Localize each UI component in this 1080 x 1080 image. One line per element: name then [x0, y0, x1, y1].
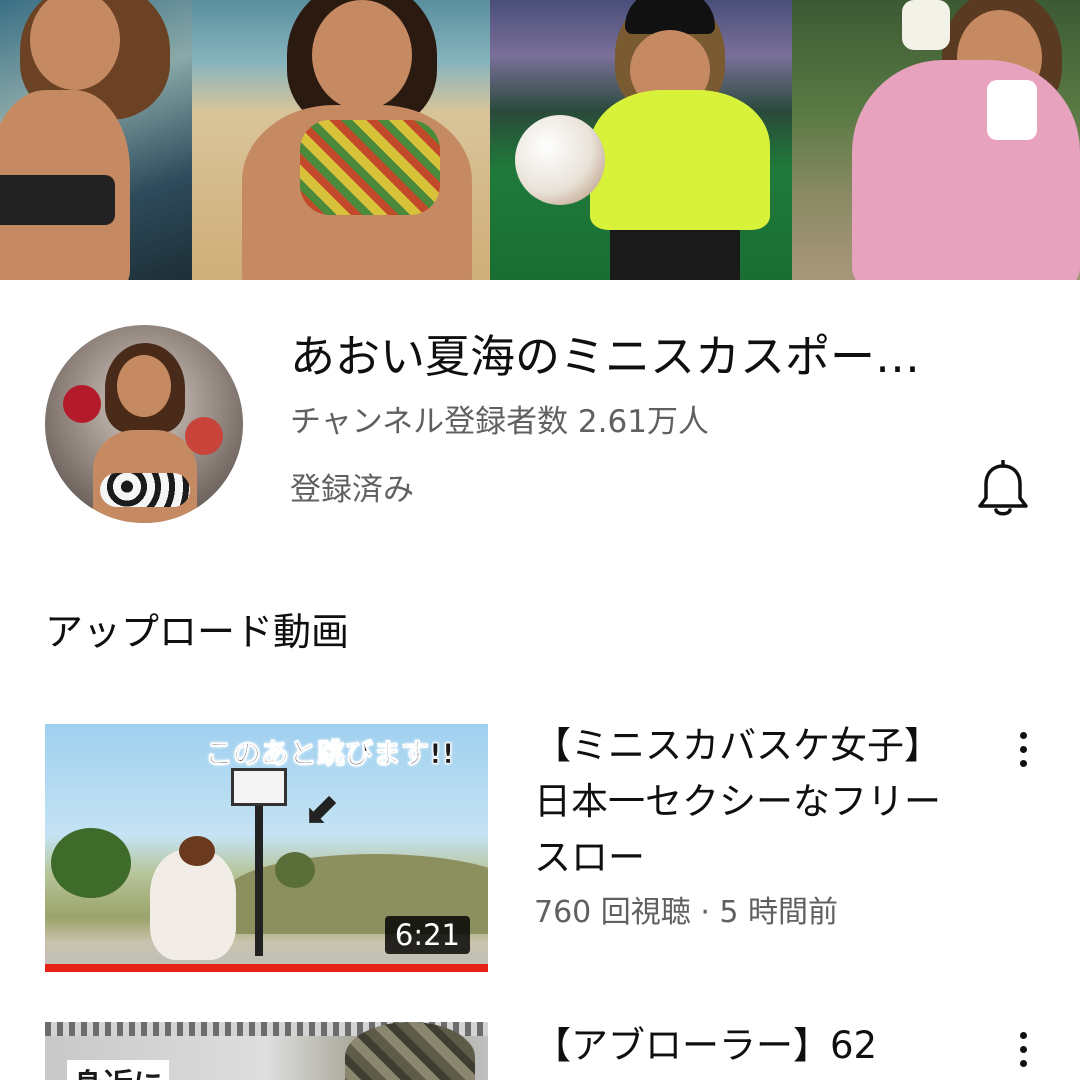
video-thumbnail[interactable]: ⬋ このあと跳びます!! 6:21	[45, 724, 488, 972]
video-thumbnail[interactable]: 身近に	[45, 1022, 488, 1080]
banner-image-beach	[192, 0, 490, 280]
subscriber-count: チャンネル登録者数 2.61万人	[290, 404, 709, 440]
section-title-uploads: アップロード動画	[45, 610, 350, 654]
channel-avatar[interactable]	[45, 325, 243, 523]
banner-image-golf	[792, 0, 1080, 280]
subscribed-button[interactable]: 登録済み	[290, 468, 414, 512]
video-title[interactable]: 【アブローラー】62	[534, 1018, 954, 1074]
more-options-icon[interactable]	[1008, 1028, 1038, 1072]
channel-name: あおい夏海のミニスカスポー…	[290, 330, 921, 383]
banner-image-pool	[0, 0, 192, 280]
arrow-icon: ⬋	[303, 784, 340, 835]
video-title[interactable]: 【ミニスカバスケ女子】日本一セクシーなフリースロー	[534, 718, 954, 886]
thumbnail-caption: このあと跳びます!!	[205, 737, 456, 771]
video-meta: 760 回視聴 · 5 時間前	[534, 895, 839, 930]
more-options-icon[interactable]	[1008, 728, 1038, 772]
video-duration: 6:21	[384, 916, 470, 954]
watch-progress-bar	[45, 964, 488, 972]
banner-image-soccer	[490, 0, 792, 280]
thumbnail-caption: 身近に	[67, 1060, 169, 1080]
channel-banner	[0, 0, 1080, 280]
bell-icon[interactable]	[974, 459, 1032, 520]
